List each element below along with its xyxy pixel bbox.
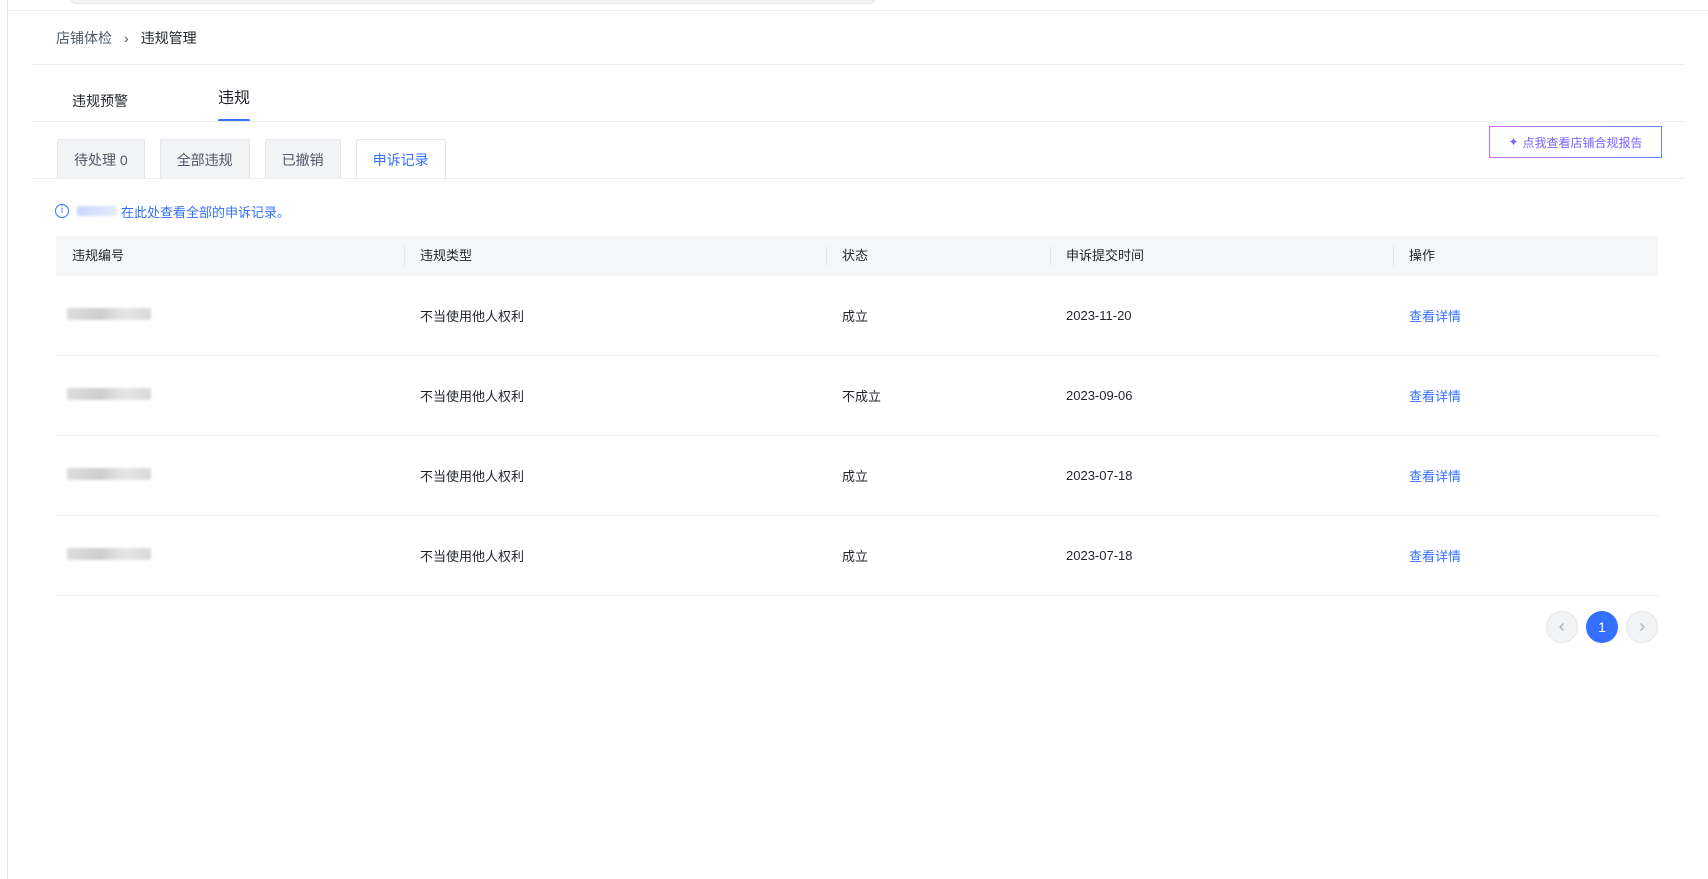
status-cell: 成立 (842, 549, 869, 564)
chevron-right-icon (1640, 623, 1645, 631)
submit-time-cell: 2023-07-18 (1066, 468, 1133, 483)
violation-id-cell (56, 388, 404, 403)
sub-tabs: 待处理 0 全部违规 已撤销 申诉记录 (57, 139, 461, 180)
submit-time-cell: 2023-09-06 (1066, 388, 1133, 403)
table-row: 不当使用他人权利 不成立 2023-09-06 查看详情 (56, 356, 1658, 436)
column-header-action: 操作 (1393, 236, 1658, 276)
view-details-cell: 查看详情 (1393, 546, 1658, 565)
column-header-violation-id: 违规编号 (72, 248, 125, 263)
page-number-button[interactable]: 1 (1586, 611, 1618, 643)
divider (32, 121, 1684, 122)
breadcrumb: 店铺体检 › 违规管理 (56, 28, 197, 48)
pagination: 1 (1546, 611, 1658, 643)
column-header-status: 状态 (826, 236, 1050, 276)
redacted-id (67, 468, 151, 480)
violation-id-cell (56, 548, 404, 563)
redacted-id (67, 308, 151, 320)
tab-all-violations[interactable]: 全部违规 (159, 139, 250, 179)
view-details-cell: 查看详情 (1393, 386, 1658, 405)
redacted-id (67, 548, 151, 560)
view-details-link[interactable]: 查看详情 (1409, 309, 1461, 324)
tab-pending[interactable]: 待处理 0 (57, 139, 145, 179)
view-details-link[interactable]: 查看详情 (1409, 549, 1461, 564)
appeal-records-table: 违规编号 违规类型 状态 申诉提交时间 操作 不当使用他人权利 成立 2023-… (56, 236, 1658, 596)
table-header: 违规编号 违规类型 状态 申诉提交时间 操作 (56, 236, 1658, 276)
compliance-report-button[interactable]: ✦ 点我查看店铺合规报告 (1489, 126, 1662, 158)
sparkle-icon: ✦ (1508, 135, 1519, 149)
breadcrumb-parent[interactable]: 店铺体检 (56, 28, 112, 48)
table-row: 不当使用他人权利 成立 2023-07-18 查看详情 (56, 516, 1658, 596)
column-header-violation-type: 违规类型 (404, 236, 826, 276)
view-details-link[interactable]: 查看详情 (1409, 389, 1461, 404)
table-row: 不当使用他人权利 成立 2023-07-18 查看详情 (56, 436, 1658, 516)
status-cell: 成立 (842, 309, 869, 324)
status-cell: 成立 (842, 469, 869, 484)
view-details-cell: 查看详情 (1393, 306, 1658, 325)
violation-type-cell: 不当使用他人权利 (420, 309, 525, 324)
redacted-id (67, 388, 151, 400)
next-page-button[interactable] (1626, 611, 1658, 643)
table-row: 不当使用他人权利 成立 2023-11-20 查看详情 (56, 276, 1658, 356)
breadcrumb-separator-icon: › (124, 30, 129, 46)
redacted-text (77, 206, 117, 216)
violation-id-cell (56, 468, 404, 483)
view-details-cell: 查看详情 (1393, 466, 1658, 485)
main-tabs: 违规预警 违规 (72, 88, 251, 122)
prev-page-button[interactable] (1546, 611, 1578, 643)
column-header-submit-time: 申诉提交时间 (1050, 236, 1393, 276)
tab-revoked[interactable]: 已撤销 (264, 139, 341, 179)
tab-appeal-records[interactable]: 申诉记录 (355, 139, 446, 180)
top-bar (8, 0, 1708, 11)
view-details-link[interactable]: 查看详情 (1409, 469, 1461, 484)
info-icon: i (55, 204, 69, 218)
submit-time-cell: 2023-07-18 (1066, 548, 1133, 563)
left-rail (0, 0, 8, 879)
status-cell: 不成立 (842, 389, 882, 404)
submit-time-cell: 2023-11-20 (1066, 308, 1132, 323)
violation-type-cell: 不当使用他人权利 (420, 549, 525, 564)
top-search-bar[interactable] (70, 0, 876, 4)
chevron-left-icon (1559, 623, 1564, 631)
compliance-report-label: 点我查看店铺合规报告 (1522, 135, 1643, 150)
breadcrumb-current: 违规管理 (140, 30, 197, 46)
violation-type-cell: 不当使用他人权利 (420, 469, 525, 484)
divider (32, 64, 1684, 65)
violation-id-cell (56, 308, 404, 323)
violation-type-cell: 不当使用他人权利 (420, 389, 525, 404)
notice-text: 在此处查看全部的申诉记录。 (121, 204, 291, 220)
divider (32, 178, 1684, 179)
tab-violation[interactable]: 违规 (218, 88, 251, 122)
tab-violation-warning[interactable]: 违规预警 (72, 88, 218, 122)
notice-bar: i 在此处查看全部的申诉记录。 (55, 202, 290, 220)
